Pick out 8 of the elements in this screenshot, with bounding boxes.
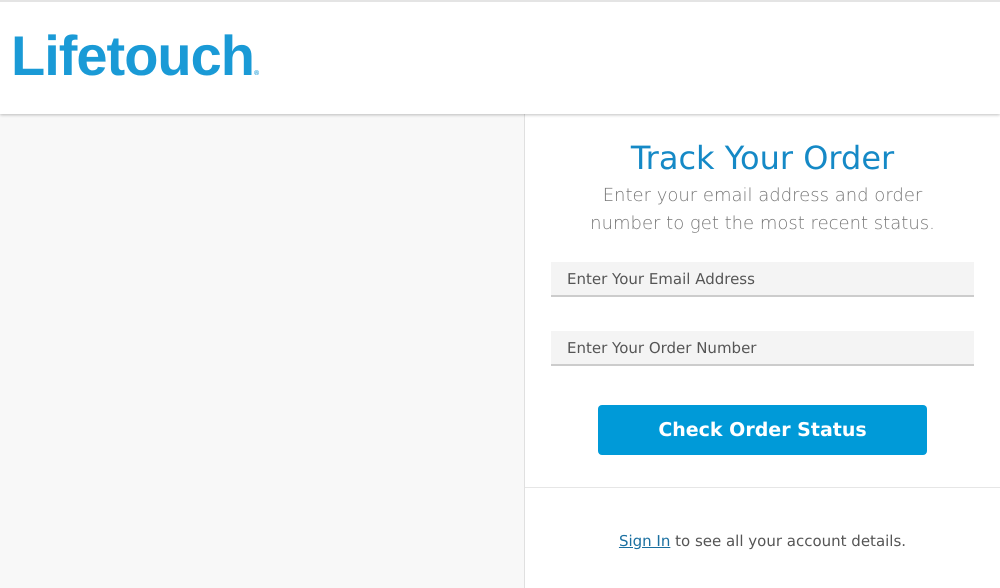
panel-title: Track Your Order [630, 138, 894, 179]
sign-in-link[interactable]: Sign In [618, 532, 670, 550]
input-field[interactable]: Enter Your Email Address [551, 262, 974, 297]
input-field[interactable]: Enter Your Order Number [551, 331, 974, 366]
registered-mark: ® [254, 70, 260, 76]
check-status-button[interactable]: Check Order Status [598, 405, 927, 455]
sign-in-prompt: Sign In to see all your account details. [618, 532, 906, 550]
panel-subtitle: Enter your email address and order number to get the most recent status. [589, 184, 936, 236]
